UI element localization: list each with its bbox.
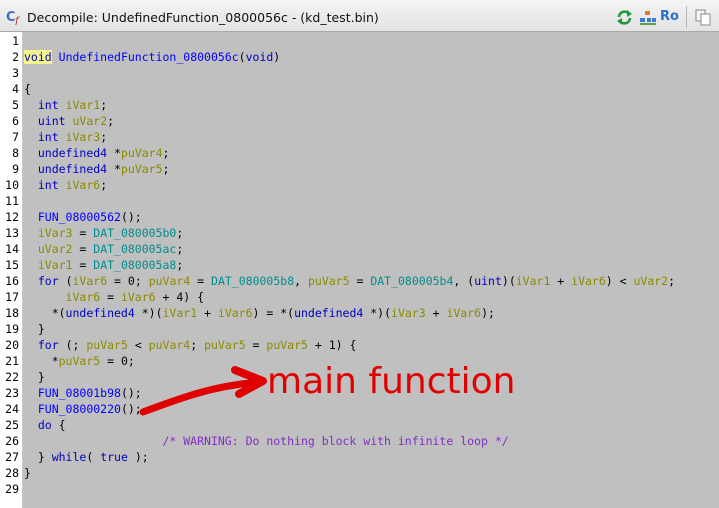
code-line[interactable]: 18 *(undefined4 *)(iVar1 + iVar6) = *(un…	[0, 305, 719, 321]
code-text: int iVar1;	[37, 98, 108, 112]
code-text: int iVar3;	[37, 130, 108, 144]
code-text: FUN_08000220();	[37, 402, 142, 416]
code-text: do {	[37, 418, 66, 432]
red-arrow-annotation	[139, 366, 267, 416]
code-line[interactable]: 14 uVar2 = DAT_080005ac;	[0, 241, 719, 257]
code-line[interactable]: 24 FUN_08000220();	[0, 401, 719, 417]
code-line[interactable]: 28}	[0, 465, 719, 481]
refresh-icon[interactable]	[616, 9, 633, 26]
code-line[interactable]: 19 }	[0, 321, 719, 337]
line-number: 13	[5, 226, 19, 240]
line-number: 17	[5, 290, 19, 304]
code-text: uVar2 = DAT_080005ac;	[37, 242, 184, 256]
annotation-label: main function	[267, 361, 516, 402]
code-text: }	[24, 466, 31, 480]
copy-icon[interactable]	[695, 9, 711, 26]
code-line[interactable]: 17 iVar6 = iVar6 + 4) {	[0, 289, 719, 305]
code-line[interactable]: 27 } while( true );	[0, 449, 719, 465]
line-number: 22	[5, 370, 19, 384]
code-line[interactable]: 12 FUN_08000562();	[0, 209, 719, 225]
window-title: Decompile: UndefinedFunction_0800056c - …	[27, 10, 379, 25]
code-text: FUN_08001b98();	[37, 386, 142, 400]
code-line[interactable]: 9 undefined4 *puVar5;	[0, 161, 719, 177]
line-number: 26	[5, 434, 19, 448]
line-number: 14	[5, 242, 19, 256]
code-line[interactable]: 16 for (iVar6 = 0; puVar4 = DAT_080005b8…	[0, 273, 719, 289]
window-titlebar: C f Decompile: UndefinedFunction_0800056…	[0, 0, 719, 32]
line-number: 7	[12, 130, 19, 144]
line-number: 11	[5, 194, 19, 208]
code-line[interactable]: 7 int iVar3;	[0, 129, 719, 145]
code-text: iVar1 = DAT_080005a8;	[37, 258, 184, 272]
line-number: 25	[5, 418, 19, 432]
line-number: 16	[5, 274, 19, 288]
code-line[interactable]: 4{	[0, 81, 719, 97]
line-number: 24	[5, 402, 19, 416]
code-text: iVar3 = DAT_080005b0;	[37, 226, 184, 240]
line-number: 9	[12, 162, 19, 176]
code-line[interactable]: 6 uint uVar2;	[0, 113, 719, 129]
code-line[interactable]: 3	[0, 65, 719, 81]
grid-icon[interactable]	[639, 9, 657, 26]
code-text: }	[24, 322, 45, 336]
code-text: {	[24, 82, 31, 96]
line-number: 19	[5, 322, 19, 336]
line-number: 6	[12, 114, 19, 128]
line-number: 1	[12, 34, 19, 48]
code-text: *(undefined4 *)(iVar1 + iVar6) = *(undef…	[24, 306, 495, 320]
code-text: undefined4 *puVar5;	[37, 162, 170, 176]
code-line[interactable]: 15 iVar1 = DAT_080005a8;	[0, 257, 719, 273]
code-line[interactable]: 5 int iVar1;	[0, 97, 719, 113]
line-number: 4	[12, 82, 19, 96]
line-number: 2	[12, 50, 19, 64]
code-line[interactable]: 29	[0, 481, 719, 497]
line-number: 8	[12, 146, 19, 160]
code-line[interactable]: 26 /* WARNING: Do nothing block with inf…	[0, 433, 719, 449]
code-line[interactable]: 13 iVar3 = DAT_080005b0;	[0, 225, 719, 241]
code-text: void UndefinedFunction_0800056c(void)	[24, 50, 281, 64]
line-number: 3	[12, 66, 19, 80]
code-text: } while( true );	[24, 450, 149, 464]
code-text: /* WARNING: Do nothing block with infini…	[162, 434, 509, 448]
svg-text:f: f	[14, 16, 21, 25]
code-line[interactable]: 2 void UndefinedFunction_0800056c(void)	[0, 49, 719, 65]
line-number: 10	[5, 178, 19, 192]
line-number: 21	[5, 354, 19, 368]
line-number: 29	[5, 482, 19, 496]
code-line[interactable]: 8 undefined4 *puVar4;	[0, 145, 719, 161]
code-line[interactable]: 25 do {	[0, 417, 719, 433]
code-line[interactable]: 20 for (; puVar5 < puVar4; puVar5 = puVa…	[0, 337, 719, 353]
line-number: 15	[5, 258, 19, 272]
line-number: 23	[5, 386, 19, 400]
line-number: 20	[5, 338, 19, 352]
code-text: FUN_08000562();	[37, 210, 142, 224]
code-text: }	[24, 370, 45, 384]
read-only-toggle[interactable]: Ro	[660, 9, 679, 24]
code-line[interactable]: 1	[0, 33, 719, 49]
code-text: for (iVar6 = 0; puVar4 = DAT_080005b8, p…	[37, 274, 676, 288]
line-number: 18	[5, 306, 19, 320]
line-number: 12	[5, 210, 19, 224]
line-number: 5	[12, 98, 19, 112]
code-line[interactable]: 10 int iVar6;	[0, 177, 719, 193]
code-text: uint uVar2;	[37, 114, 115, 128]
line-number: 28	[5, 466, 19, 480]
code-text: undefined4 *puVar4;	[37, 146, 170, 160]
line-number: 27	[5, 450, 19, 464]
toolbar-separator	[686, 6, 687, 28]
code-line[interactable]: 11	[0, 193, 719, 209]
code-text: iVar6 = iVar6 + 4) {	[65, 290, 205, 304]
code-text: *puVar5 = 0;	[24, 354, 135, 368]
code-text: for (; puVar5 < puVar4; puVar5 = puVar5 …	[37, 338, 357, 352]
code-text: int iVar6;	[37, 178, 108, 192]
decompiler-icon: C f	[6, 10, 21, 25]
